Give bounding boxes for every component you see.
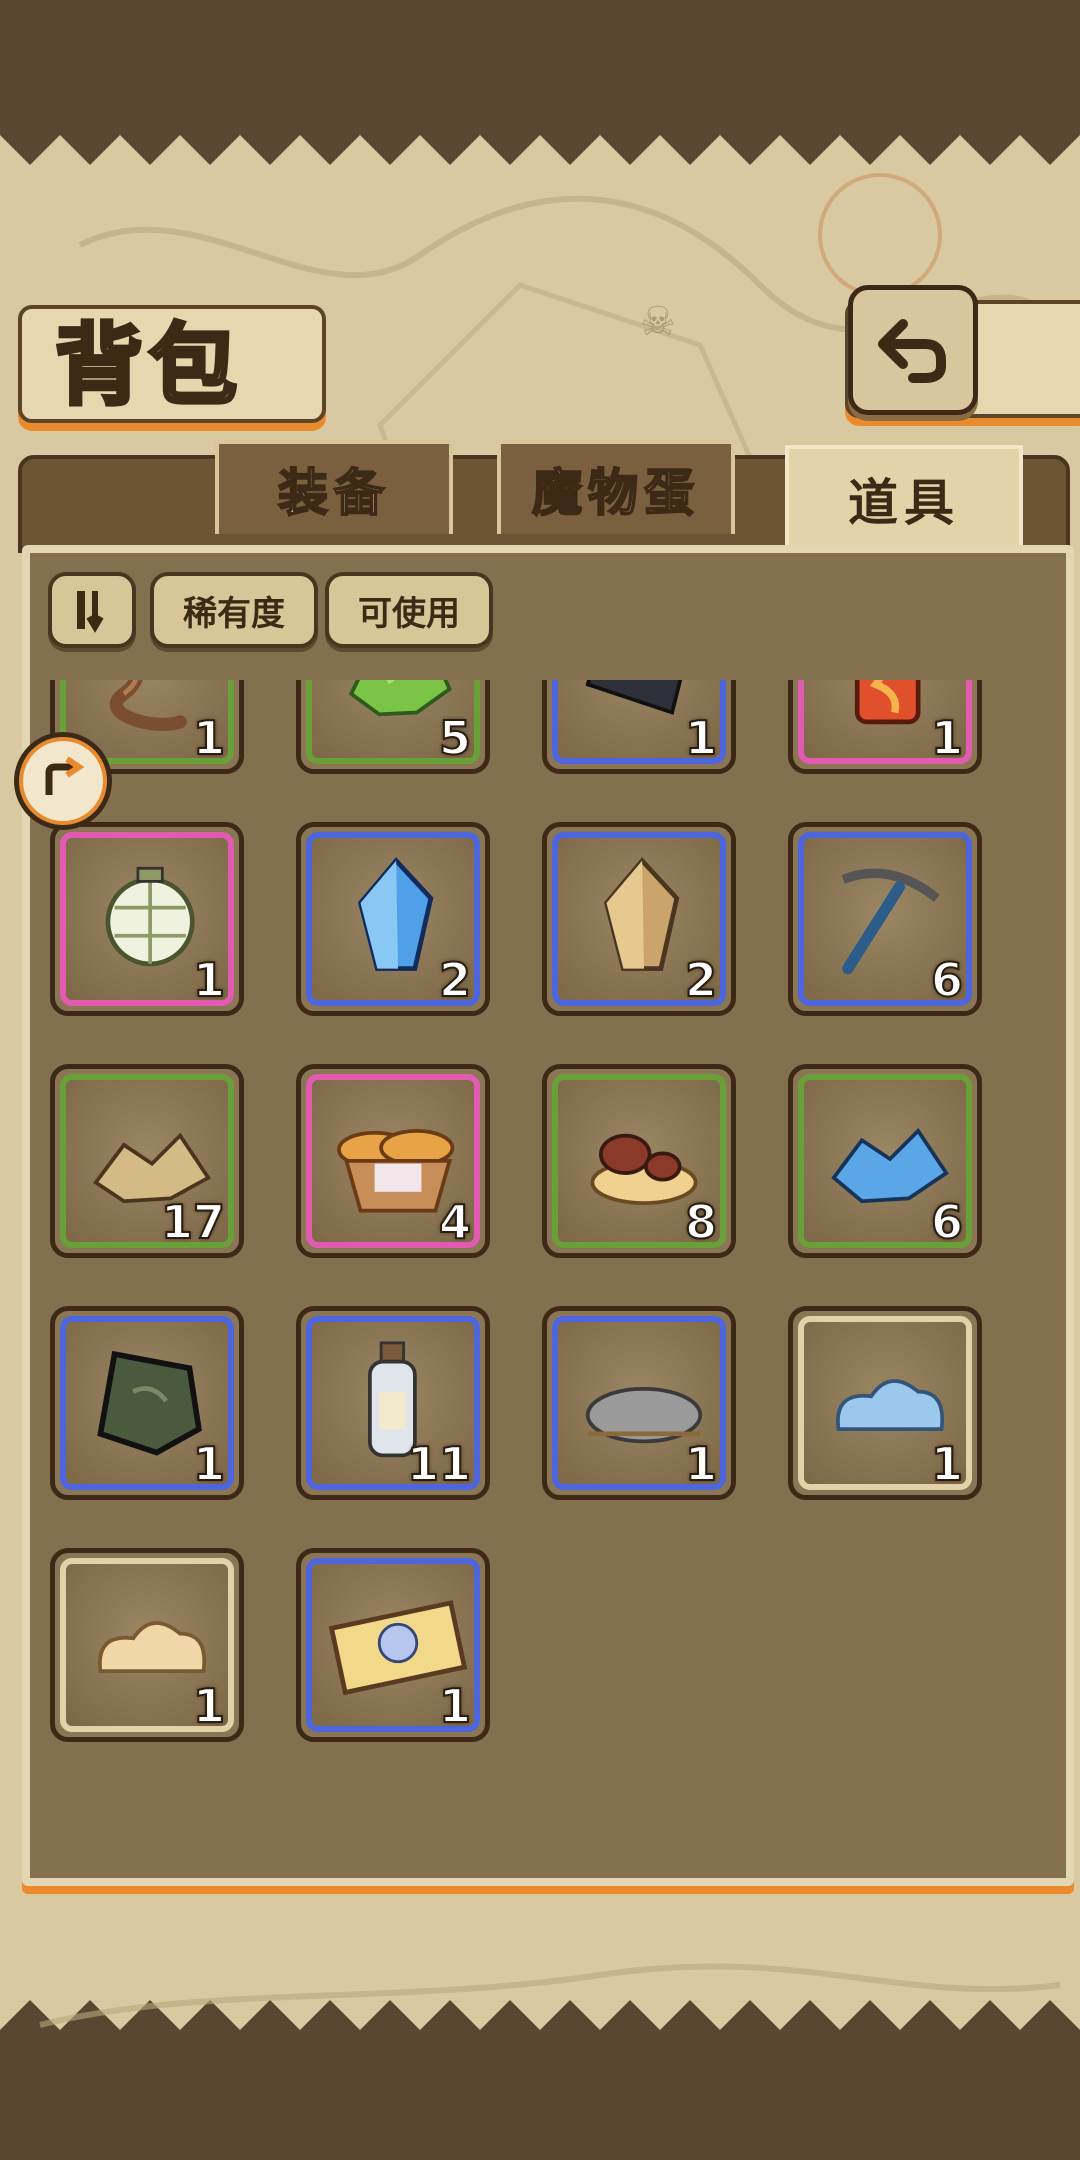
- tab-equipment[interactable]: 装备: [215, 440, 453, 534]
- item-count: 8: [684, 1194, 718, 1250]
- item-count: 1: [684, 710, 718, 766]
- item-slot[interactable]: 6: [788, 1064, 982, 1258]
- item-count: 1: [930, 1436, 964, 1492]
- item-slot[interactable]: 1: [50, 822, 244, 1016]
- item-count: 1: [192, 710, 226, 766]
- item-count: 5: [438, 710, 472, 766]
- scroll-arrow-icon: [45, 756, 85, 795]
- item-count: 6: [930, 952, 964, 1008]
- sort-order-icon: [77, 591, 104, 633]
- scroll-handle[interactable]: [14, 732, 112, 830]
- item-slot[interactable]: 1: [788, 680, 982, 774]
- item-slot[interactable]: 4: [296, 1064, 490, 1258]
- item-slot[interactable]: 1: [50, 1306, 244, 1500]
- item-count: 1: [192, 1678, 226, 1734]
- item-grid[interactable]: 1 5 1 1 1 2 2 6 17 4 8 6 1 11 1 1 1 1: [40, 680, 1040, 1840]
- item-count: 17: [160, 1194, 226, 1250]
- item-slot[interactable]: 2: [542, 822, 736, 1016]
- item-slot[interactable]: 1: [542, 680, 736, 774]
- item-count: 1: [684, 1436, 718, 1492]
- back-arrow-icon: [878, 319, 946, 383]
- item-slot[interactable]: 1: [296, 1548, 490, 1742]
- back-button[interactable]: [848, 285, 978, 415]
- item-slot[interactable]: 5: [296, 680, 490, 774]
- item-slot[interactable]: 1: [50, 1548, 244, 1742]
- item-count: 6: [930, 1194, 964, 1250]
- tab-items[interactable]: 道具: [785, 445, 1023, 549]
- bottom-map-band: [0, 2040, 1080, 2160]
- item-slot[interactable]: 17: [50, 1064, 244, 1258]
- page-title: 背包: [53, 311, 244, 419]
- item-count: 2: [684, 952, 718, 1008]
- rarity-filter-button[interactable]: 稀有度: [150, 572, 318, 648]
- item-count: 1: [192, 1436, 226, 1492]
- item-slot[interactable]: 2: [296, 822, 490, 1016]
- svg-text:☠: ☠: [640, 299, 676, 345]
- item-count: 2: [438, 952, 472, 1008]
- item-count: 4: [438, 1194, 472, 1250]
- item-count: 11: [406, 1436, 472, 1492]
- top-map-band: [0, 0, 1080, 125]
- item-count: 1: [930, 710, 964, 766]
- item-count: 1: [192, 952, 226, 1008]
- item-slot[interactable]: 6: [788, 822, 982, 1016]
- item-slot[interactable]: 1: [788, 1306, 982, 1500]
- sort-order-button[interactable]: [48, 572, 136, 648]
- usable-filter-button[interactable]: 可使用: [325, 572, 493, 648]
- item-slot[interactable]: 8: [542, 1064, 736, 1258]
- tab-monster-eggs[interactable]: 魔物蛋: [497, 440, 735, 534]
- item-slot[interactable]: 1: [542, 1306, 736, 1500]
- item-count: 1: [438, 1678, 472, 1734]
- item-slot[interactable]: 11: [296, 1306, 490, 1500]
